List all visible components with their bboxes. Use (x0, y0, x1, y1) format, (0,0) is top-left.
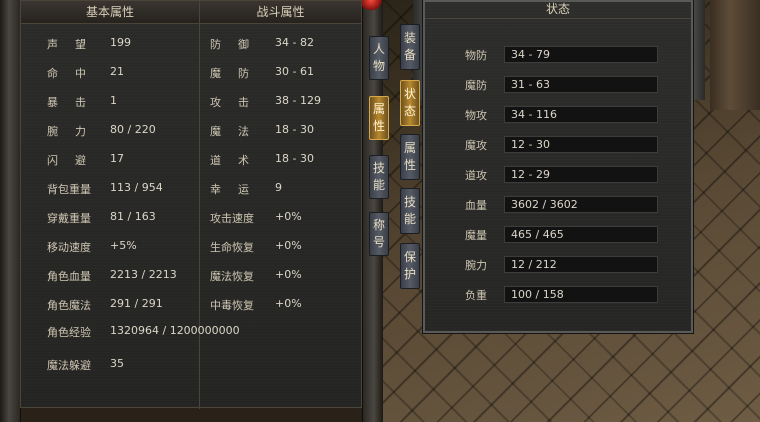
combat-attribute-value: 18 - 30 (275, 123, 314, 136)
tab-label: 保护 (403, 250, 416, 281)
combat-attribute-value: +0% (275, 210, 302, 223)
status-label: 魔攻 (465, 139, 487, 152)
basic-attribute-label: 角色经验 (47, 326, 91, 339)
tab-label: 技能 (372, 161, 385, 192)
combat-attribute-value: 30 - 61 (275, 65, 314, 78)
status-value-field: 12 - 30 (504, 136, 658, 153)
basic-attribute-label: 魔法躲避 (47, 359, 91, 372)
basic-attribute-value: 1320964 / 1200000000 (110, 324, 240, 337)
basic-attribute-value: 1 (110, 94, 117, 107)
combat-attributes-header: 战斗属性 (200, 1, 361, 24)
status-label: 负重 (465, 289, 487, 302)
status-value-field: 31 - 63 (504, 76, 658, 93)
status-value-field: 34 - 79 (504, 46, 658, 63)
combat-attribute-value: 34 - 82 (275, 36, 314, 49)
tab-label: 状态 (403, 87, 416, 118)
basic-attribute-value: +5% (110, 239, 137, 252)
basic-attribute-value: 21 (110, 65, 124, 78)
basic-attribute-value: 81 / 163 (110, 210, 156, 223)
basic-attribute-label: 声望 (47, 38, 103, 51)
basic-attribute-label: 命中 (47, 67, 103, 80)
basic-attribute-label: 穿戴重量 (47, 212, 91, 225)
character-attributes-panel: 基本属性 战斗属性 声望 199 命中 21 暴击 1 腕力 80 / 220 闪避 17 背包重量… (20, 0, 362, 409)
basic-attribute-value: 80 / 220 (110, 123, 156, 136)
combat-attribute-label: 中毒恢复 (210, 299, 254, 312)
combat-attribute-value: 38 - 129 (275, 94, 321, 107)
status-value-field: 12 / 212 (504, 256, 658, 273)
tab-status[interactable]: 状态 (400, 80, 420, 126)
basic-attribute-label: 背包重量 (47, 183, 91, 196)
combat-attribute-label: 攻击 (210, 96, 266, 109)
tab-properties[interactable]: 属性 (400, 134, 420, 180)
status-panel: 状态 物防 34 - 79 魔防 31 - 63 物攻 34 - 116 魔攻 12 - 30… (423, 0, 693, 333)
combat-attribute-value: +0% (275, 297, 302, 310)
status-label: 物防 (465, 49, 487, 62)
status-label: 物攻 (465, 109, 487, 122)
tab-title[interactable]: 称号 (369, 212, 389, 256)
dragon-frame-left (0, 0, 21, 422)
tab-character[interactable]: 人物 (369, 36, 389, 80)
tab-equipment[interactable]: 装备 (400, 24, 420, 70)
panel-frame-right (693, 0, 705, 100)
basic-attribute-value: 35 (110, 357, 124, 370)
tab-label: 属性 (372, 102, 385, 133)
status-label: 魔量 (465, 229, 487, 242)
basic-attribute-value: 291 / 291 (110, 297, 163, 310)
tab-label: 称号 (372, 218, 385, 249)
world-pillar (710, 0, 760, 110)
tab-skills-2[interactable]: 技能 (400, 188, 420, 234)
basic-attribute-label: 暴击 (47, 96, 103, 109)
combat-attribute-label: 道术 (210, 154, 266, 167)
column-divider (199, 1, 200, 409)
status-value-field: 34 - 116 (504, 106, 658, 123)
basic-attribute-value: 17 (110, 152, 124, 165)
status-value-field: 100 / 158 (504, 286, 658, 303)
combat-attribute-label: 生命恢复 (210, 241, 254, 254)
combat-attribute-value: 18 - 30 (275, 152, 314, 165)
tab-protection[interactable]: 保护 (400, 243, 420, 289)
combat-attribute-label: 攻击速度 (210, 212, 254, 225)
tab-skills[interactable]: 技能 (369, 155, 389, 199)
combat-attribute-label: 防御 (210, 38, 266, 51)
combat-attribute-label: 魔法恢复 (210, 270, 254, 283)
combat-attribute-label: 魔法 (210, 125, 266, 138)
tab-label: 技能 (403, 195, 416, 226)
status-value-field: 465 / 465 (504, 226, 658, 243)
basic-attribute-value: 199 (110, 36, 131, 49)
basic-attribute-label: 腕力 (47, 125, 103, 138)
basic-attribute-label: 角色血量 (47, 270, 91, 283)
tab-label: 人物 (372, 42, 385, 73)
basic-attribute-label: 角色魔法 (47, 299, 91, 312)
basic-attribute-value: 113 / 954 (110, 181, 163, 194)
status-label: 腕力 (465, 259, 487, 272)
combat-attribute-label: 魔防 (210, 67, 266, 80)
tab-label: 装备 (403, 31, 416, 62)
status-value-field: 12 - 29 (504, 166, 658, 183)
tab-attributes[interactable]: 属性 (369, 96, 389, 140)
status-panel-title: 状态 (425, 2, 691, 19)
tab-label: 属性 (403, 141, 416, 172)
basic-attribute-label: 闪避 (47, 154, 103, 167)
basic-attribute-label: 移动速度 (47, 241, 91, 254)
basic-attribute-value: 2213 / 2213 (110, 268, 177, 281)
status-label: 血量 (465, 199, 487, 212)
combat-attribute-value: +0% (275, 239, 302, 252)
combat-attribute-value: 9 (275, 181, 282, 194)
status-label: 魔防 (465, 79, 487, 92)
combat-attribute-label: 幸运 (210, 183, 266, 196)
combat-attribute-value: +0% (275, 268, 302, 281)
status-value-field: 3602 / 3602 (504, 196, 658, 213)
status-label: 道攻 (465, 169, 487, 182)
basic-attributes-header: 基本属性 (21, 1, 199, 24)
